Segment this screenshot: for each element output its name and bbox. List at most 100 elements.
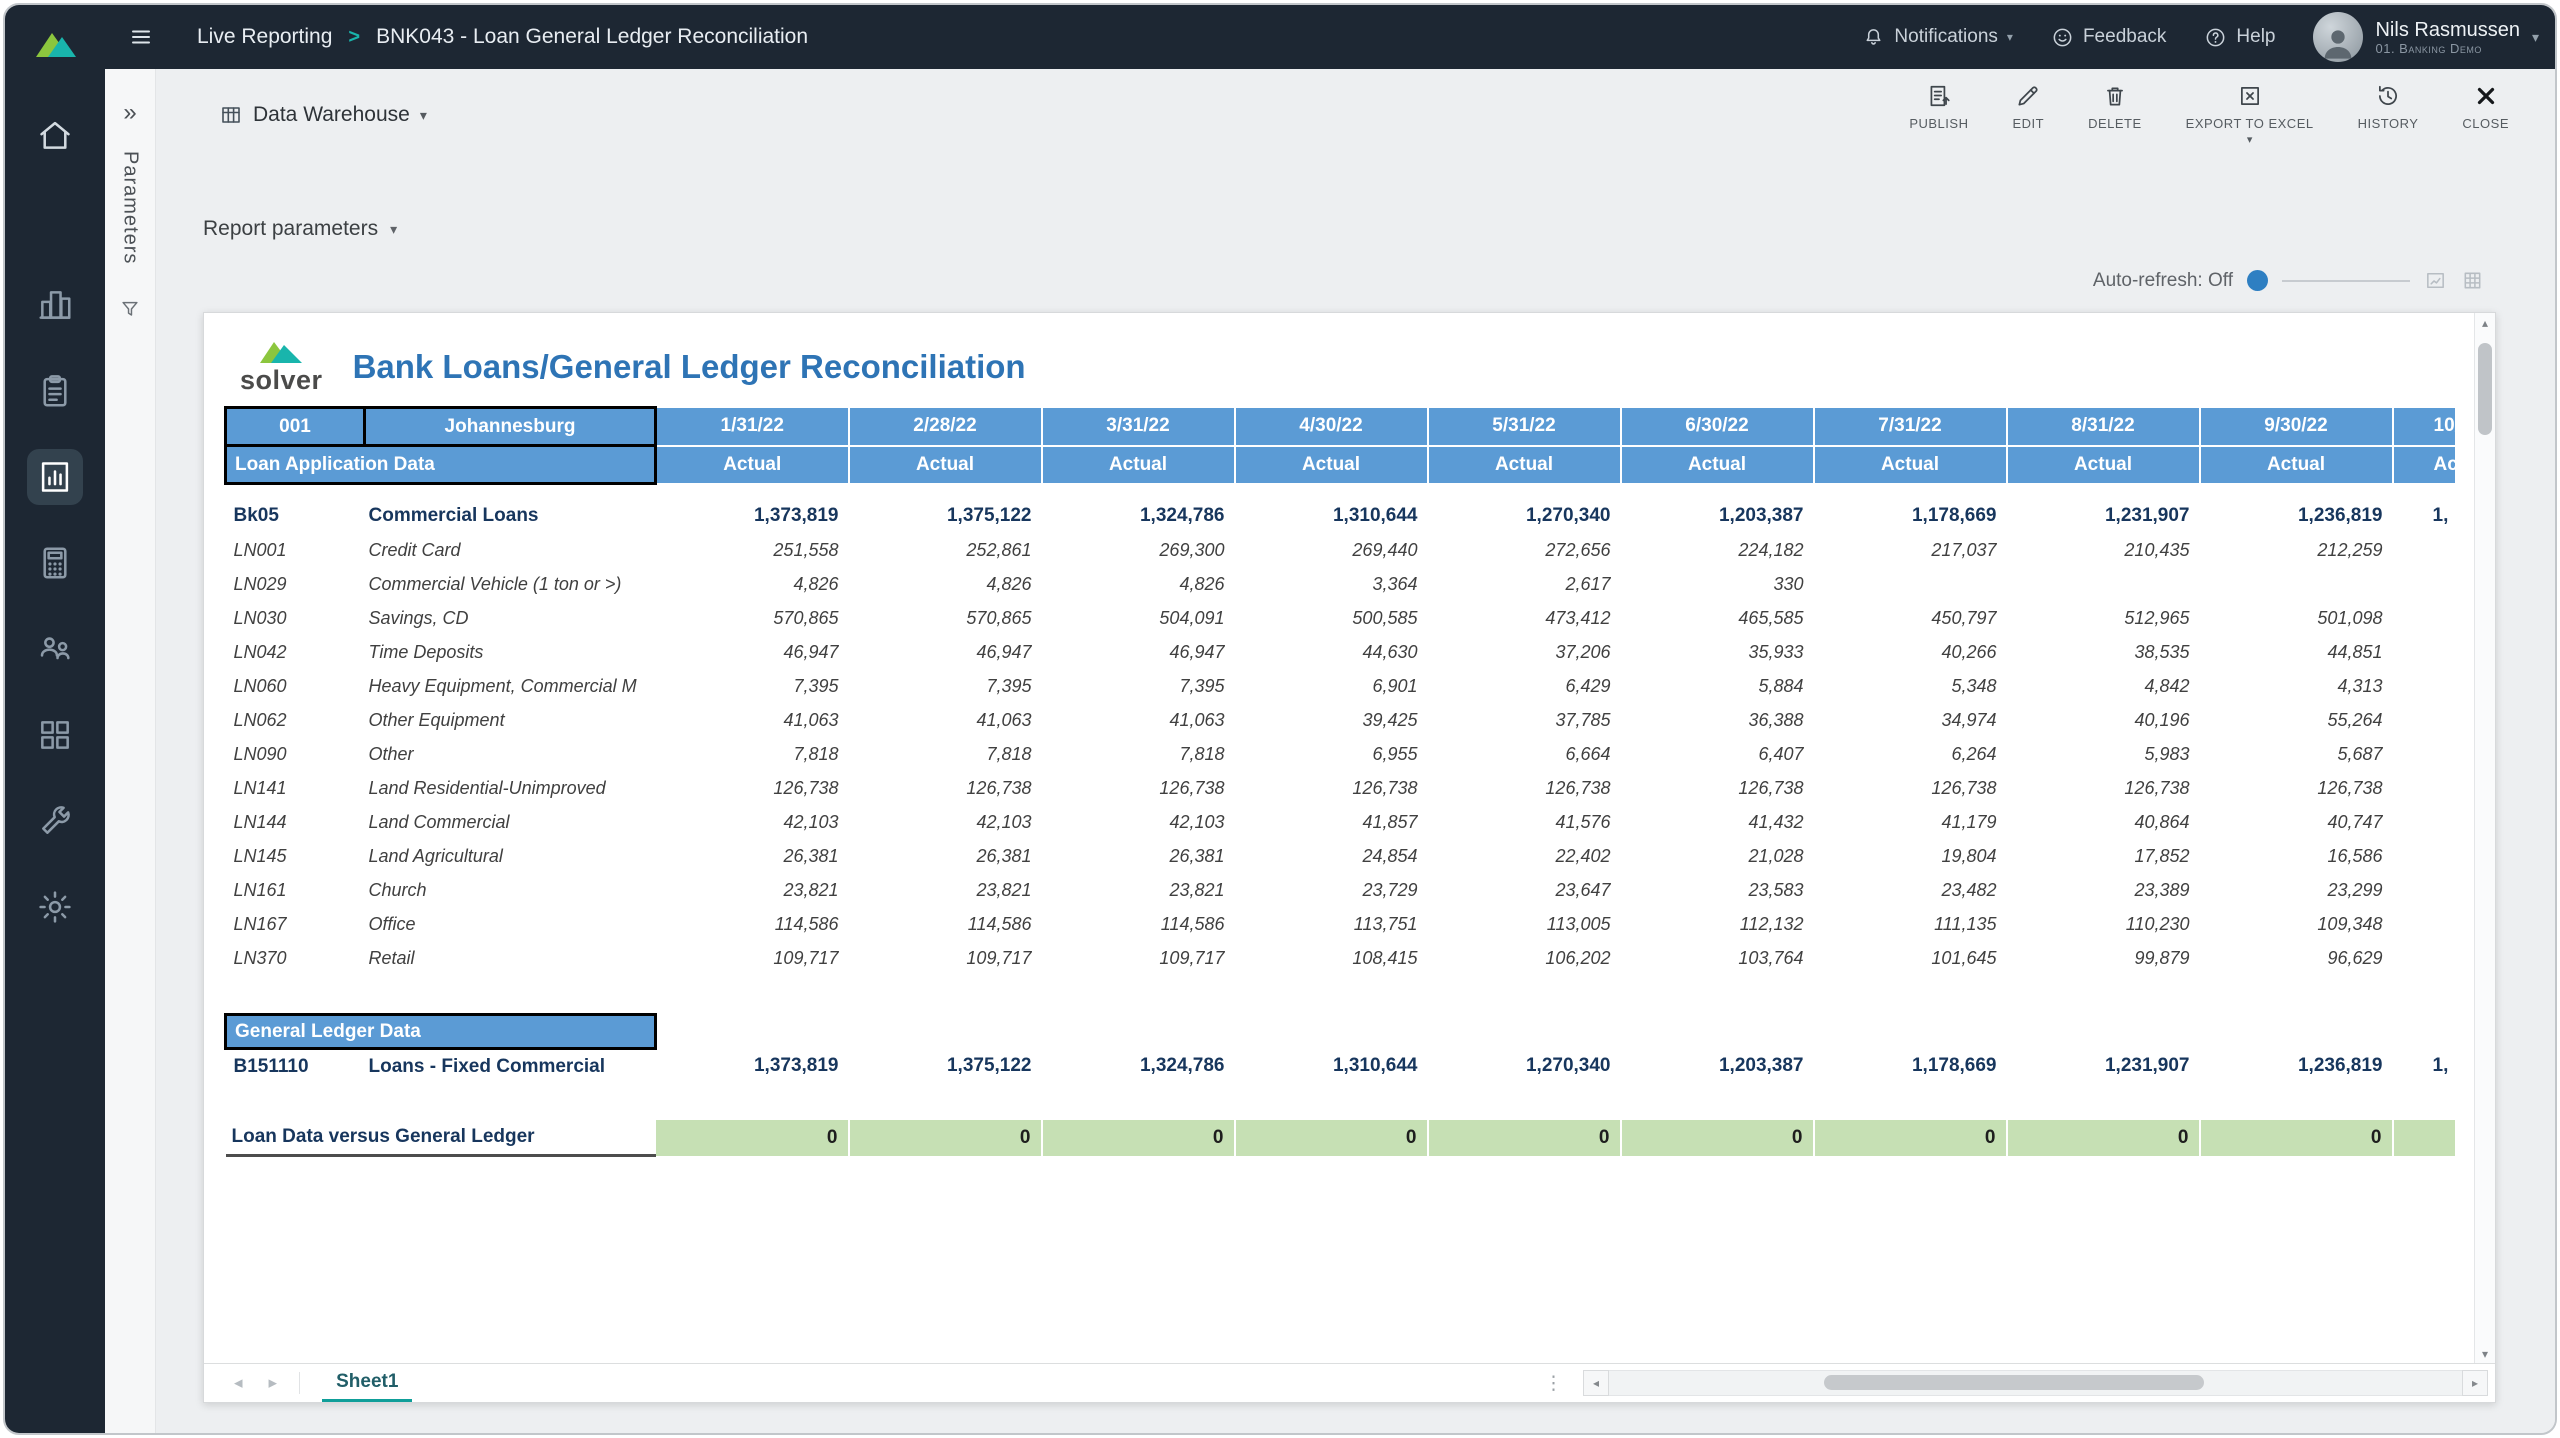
delete-button[interactable]: DELETE xyxy=(2088,83,2142,142)
report-parameters-toggle[interactable]: Report parameters ▾ xyxy=(203,217,397,241)
sidebar-item-modules[interactable] xyxy=(27,707,83,763)
scroll-down-arrow[interactable]: ▾ xyxy=(2475,1344,2495,1364)
notifications-menu[interactable]: Notifications ▾ xyxy=(1862,26,2013,49)
scroll-left-arrow[interactable]: ◂ xyxy=(1583,1370,1609,1396)
avatar xyxy=(2313,12,2363,62)
edit-label: EDIT xyxy=(2012,116,2044,131)
cell-value: 126,738 xyxy=(2200,771,2393,805)
cell-value: 210,435 xyxy=(2007,533,2200,567)
help-icon xyxy=(2204,26,2227,49)
bell-icon xyxy=(1862,26,1885,49)
cell-value: 4,842 xyxy=(2007,669,2200,703)
sidebar-item-organizations[interactable] xyxy=(27,277,83,333)
modules-grid-icon xyxy=(36,716,74,754)
report-card: solver Bank Loans/General Ledger Reconci… xyxy=(203,312,2496,1403)
cell-value: 1,203,387 xyxy=(1621,1049,1814,1085)
sidebar-item-calculator[interactable] xyxy=(27,535,83,591)
cell-value: 212,259 xyxy=(2200,533,2393,567)
cell-value: 22,402 xyxy=(1428,839,1621,873)
cell-value: 41,063 xyxy=(849,703,1042,737)
detail-row: LN370Retail109,717109,717109,717108,4151… xyxy=(226,941,2456,975)
row-name: Office xyxy=(365,907,656,941)
row-code: Bk05 xyxy=(226,499,365,533)
horizontal-scroll-track[interactable] xyxy=(1609,1370,2462,1396)
publish-icon xyxy=(1926,83,1952,109)
cell-value: 5,884 xyxy=(1621,669,1814,703)
detail-row: LN161Church23,82123,82123,82123,72923,64… xyxy=(226,873,2456,907)
cell-value: 110,230 xyxy=(2007,907,2200,941)
variance-cell: 0 xyxy=(2200,1120,2393,1156)
hamburger-menu-button[interactable] xyxy=(129,25,153,49)
publish-button[interactable]: PUBLISH xyxy=(1909,83,1968,142)
section-header-loan-data: Loan Application Data xyxy=(226,446,656,484)
period-header: 8/31/22 xyxy=(2007,408,2200,446)
variance-cell: 0 xyxy=(1621,1120,1814,1156)
data-source-label: Data Warehouse xyxy=(253,103,410,127)
sheet-nav-right[interactable]: ▸ xyxy=(269,1373,278,1393)
empty-cell xyxy=(2200,1015,2393,1049)
empty-cell xyxy=(2007,1015,2200,1049)
location-header: Johannesburg xyxy=(365,408,656,446)
history-icon xyxy=(2375,83,2401,109)
variance-cell: 0 xyxy=(1814,1120,2007,1156)
user-menu[interactable]: Nils Rasmussen 01. Banking Demo ▾ xyxy=(2313,12,2539,62)
breadcrumb-root[interactable]: Live Reporting xyxy=(197,25,332,49)
section-row: General Ledger Data xyxy=(226,1015,2456,1049)
history-label: HISTORY xyxy=(2358,116,2419,131)
grid-view-icon[interactable] xyxy=(2461,269,2484,292)
sidebar-item-settings[interactable] xyxy=(27,879,83,935)
scroll-up-arrow[interactable]: ▴ xyxy=(2475,313,2495,333)
row-code: LN090 xyxy=(226,737,365,771)
auto-refresh-toggle[interactable] xyxy=(2247,270,2268,291)
cell-value: 465,585 xyxy=(1621,601,1814,635)
solver-logo-mark[interactable] xyxy=(32,19,78,69)
feedback-button[interactable]: Feedback xyxy=(2051,26,2166,49)
sidebar-item-tools[interactable] xyxy=(27,793,83,849)
expand-parameters-button[interactable]: » xyxy=(123,99,136,127)
close-button[interactable]: CLOSE xyxy=(2462,83,2509,142)
cell-value: 1,375,122 xyxy=(849,499,1042,533)
cell-value: 36,388 xyxy=(1621,703,1814,737)
scroll-right-arrow[interactable]: ▸ xyxy=(2462,1370,2488,1396)
sidebar-item-home[interactable] xyxy=(27,107,83,163)
cell-value: 7,818 xyxy=(849,737,1042,771)
row-code: LN062 xyxy=(226,703,365,737)
breadcrumb-current: BNK043 - Loan General Ledger Reconciliat… xyxy=(376,25,808,49)
empty-cell xyxy=(1235,1015,1428,1049)
popout-chart-icon[interactable] xyxy=(2424,269,2447,292)
edit-button[interactable]: EDIT xyxy=(2012,83,2044,142)
data-source-dropdown[interactable]: Data Warehouse ▾ xyxy=(219,103,427,127)
sidebar-item-tasks[interactable] xyxy=(27,363,83,419)
cell-value: 103,764 xyxy=(1621,941,1814,975)
cell-value: 450,797 xyxy=(1814,601,2007,635)
vertical-scroll-thumb[interactable] xyxy=(2478,343,2492,435)
main-content: Data Warehouse ▾ PUBLISH EDIT DELETE xyxy=(155,69,2555,1433)
sidebar-item-reports[interactable] xyxy=(27,449,83,505)
sheet-tab-sheet1[interactable]: Sheet1 xyxy=(322,1364,412,1402)
cell-value-clipped xyxy=(2393,601,2456,635)
topbar-right: Notifications ▾ Feedback Help Nils Rasmu… xyxy=(1862,12,2539,62)
cell-value-clipped xyxy=(2393,533,2456,567)
history-button[interactable]: HISTORY xyxy=(2358,83,2419,142)
filter-button[interactable] xyxy=(119,298,141,325)
cell-value: 41,063 xyxy=(656,703,849,737)
report-title: Bank Loans/General Ledger Reconciliation xyxy=(353,348,1026,386)
empty-cell xyxy=(656,1015,849,1049)
variance-cell: 0 xyxy=(1042,1120,1235,1156)
cell-value: 3,364 xyxy=(1235,567,1428,601)
horizontal-scrollbar[interactable]: ◂ ▸ xyxy=(1583,1371,2488,1395)
cell-value: 40,864 xyxy=(2007,805,2200,839)
auto-refresh-slider-track[interactable] xyxy=(2282,280,2410,282)
export-to-excel-button[interactable]: EXPORT TO EXCEL ▾ xyxy=(2186,83,2314,142)
scenario-header: Actual xyxy=(2200,446,2393,484)
sidebar-item-collaboration[interactable] xyxy=(27,621,83,677)
sheet-nav-left[interactable]: ◂ xyxy=(234,1373,243,1393)
vertical-scrollbar[interactable]: ▴ ▾ xyxy=(2474,313,2495,1364)
horizontal-scroll-thumb[interactable] xyxy=(1824,1375,2204,1390)
help-button[interactable]: Help xyxy=(2204,26,2275,49)
kebab-handle[interactable]: ⋮ xyxy=(1544,1372,1563,1395)
scenario-header: Actual xyxy=(849,446,1042,484)
cell-value: 1,310,644 xyxy=(1235,499,1428,533)
cell-value xyxy=(2007,567,2200,601)
scenario-header: Actual xyxy=(656,446,849,484)
